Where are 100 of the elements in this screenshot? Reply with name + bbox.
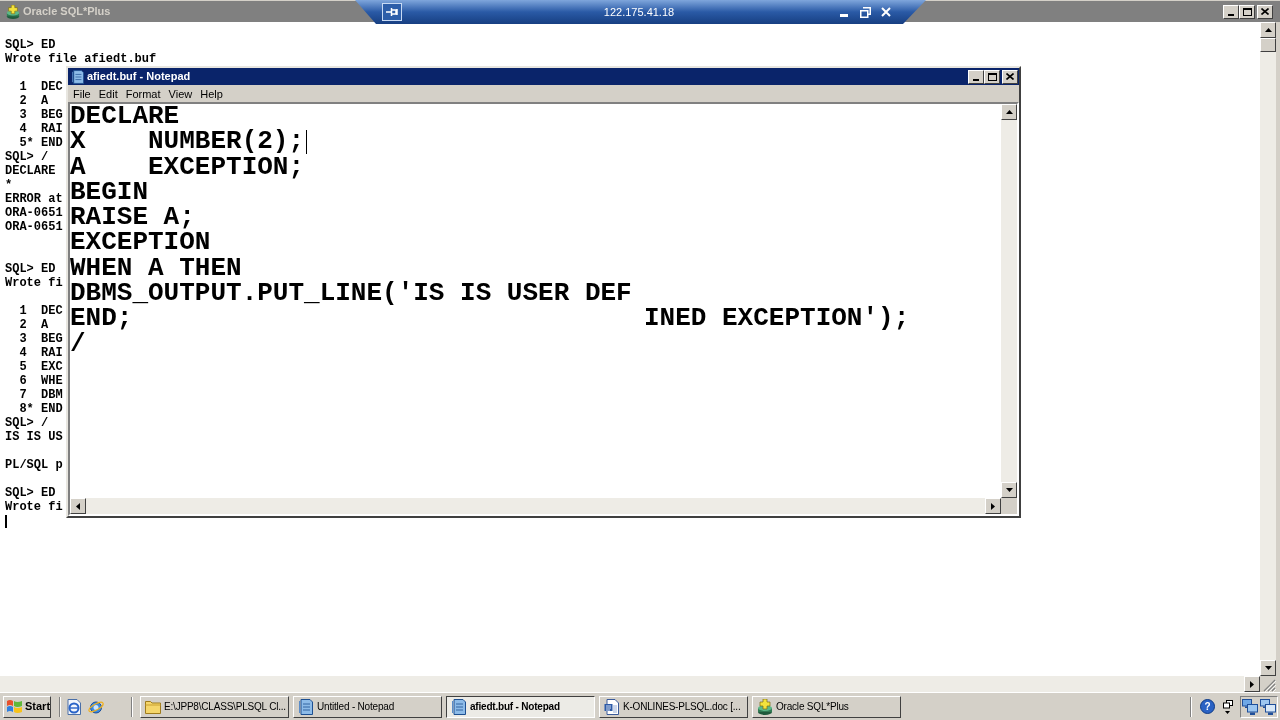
folder-icon [145,698,161,715]
plus-stack-icon [6,4,20,19]
line-number: 4 [19,122,27,136]
taskbar-button[interactable]: Untitled - Notepad [293,695,442,718]
console-text: SQL> ED [5,486,56,500]
code-text: EXCEPTION [70,230,211,256]
close-button[interactable] [879,5,893,19]
globe-orbit-icon[interactable] [88,698,104,715]
console-text: ERROR at [5,192,63,206]
console-text: A [41,94,49,108]
console-text: ORA-0651 [5,220,63,234]
notebook-icon [298,698,314,715]
minimize-button[interactable] [1223,4,1239,19]
notebook-icon [72,69,84,84]
help-button[interactable]: ? [1200,699,1215,714]
taskbar-button[interactable]: E:\JPP8\CLASS\PLSQL Cl... [140,695,289,718]
code-text: RAISE A; [70,205,195,231]
console-text: Wrote file afiedt.buf [5,52,157,66]
taskbar-button[interactable]: K-ONLINES-PLSQL.doc [... [599,695,748,718]
notebook-icon [451,698,467,715]
scroll-thumb[interactable] [1260,38,1276,52]
stacked-windows-icon[interactable] [1223,699,1233,714]
code-text: INED EXCEPTION'); [644,306,910,332]
close-icon [1006,73,1014,80]
right-arrow-icon [1250,680,1254,688]
close-icon [881,7,891,17]
scroll-down-button[interactable] [1260,660,1276,676]
console-text: END [41,402,63,416]
restore-icon [859,6,871,18]
up-arrow-icon [1264,28,1272,32]
maximize-icon [987,72,997,81]
page-icon[interactable] [66,698,82,715]
close-icon [1261,8,1269,15]
monitors-icon[interactable] [1242,698,1258,715]
minimize-icon [840,14,848,17]
console-text: SQL> ED [5,262,56,276]
scroll-up-button[interactable] [1260,22,1276,38]
scroll-down-button[interactable] [1001,482,1017,498]
console-text: BEG [41,108,63,122]
menu-item[interactable]: Format [121,85,165,102]
maximize-button[interactable] [1239,4,1255,19]
vertical-scrollbar[interactable] [1260,22,1276,676]
code-text: DBMS_OUTPUT.PUT_LINE('IS IS USER DEF [70,281,632,307]
close-button[interactable] [1002,69,1018,84]
line-number: 3 [19,332,27,346]
connection-address: 122.175.41.18 [603,4,675,20]
line-number: 2 [19,318,27,332]
monitors-icon[interactable] [1260,698,1276,715]
taskbar-button[interactable]: Oracle SQL*Plus [752,695,901,718]
console-text: SQL> / [5,416,49,430]
minimize-button[interactable] [968,69,984,84]
plus-stack-icon [757,698,773,715]
menu-item[interactable]: Edit [94,85,122,102]
size-grip-icon[interactable] [1260,676,1276,692]
line-number: 1 [19,80,27,94]
vertical-scrollbar[interactable] [1001,104,1017,498]
minimize-icon [1228,13,1234,16]
document-icon [604,698,620,715]
restore-button[interactable] [858,5,872,19]
scroll-left-button[interactable] [70,498,86,514]
menu-item[interactable]: View [164,85,197,102]
text-editor[interactable]: DECLARE X NUMBER(2); A EXCEPTION; BEGIN RAISE A; EXCEPTION WHEN A THEN DBMS_OUTPUT.PUT_LINE('IS IS USER DEF END; INED EXCEPTION'); / [70,104,1001,498]
console-text: IS IS US [5,430,63,444]
console-text: WHE [41,374,63,388]
line-number: 5 [19,360,27,374]
line-number: 1 [19,304,27,318]
text-cursor [5,514,7,528]
up-arrow-icon [1005,110,1013,114]
horizontal-scrollbar[interactable] [0,676,1244,692]
pin-button[interactable] [382,3,402,21]
console-text: DECLARE [5,164,56,178]
scroll-right-button[interactable] [985,498,1001,514]
horizontal-scrollbar[interactable] [86,498,985,514]
code-text: END; [70,306,133,332]
minimize-icon [973,78,979,81]
down-arrow-icon [1005,488,1013,492]
console-text: RAI [41,346,63,360]
close-button[interactable] [1257,4,1273,19]
taskbar-button[interactable]: afiedt.buf - Notepad [446,695,595,718]
scroll-up-button[interactable] [1001,104,1017,120]
console-text: SQL> / [5,150,49,164]
code-text: X NUMBER(2); [70,129,305,155]
code-text: WHEN A THEN [70,255,242,282]
menu-item[interactable]: Help [196,85,227,102]
line-number: 7 [19,388,27,402]
console-text: SQL> ED [5,38,56,52]
window-title: Oracle SQL*Plus [23,4,111,20]
menu-item[interactable]: File [69,85,95,102]
console-text: ORA-0651 [5,206,63,220]
console-text: RAI [41,122,63,136]
line-number: 5* [19,136,34,150]
maximize-button[interactable] [984,69,1000,84]
flag-icon [7,700,22,713]
console-text: PL/SQL p [5,458,63,472]
code-text: A EXCEPTION; [70,154,305,180]
scroll-right-button[interactable] [1244,676,1260,692]
line-number: 8* [19,402,34,416]
console-text: BEG [41,332,63,346]
window-title: afiedt.buf - Notepad [87,69,191,85]
start-button[interactable]: Start [3,695,51,718]
